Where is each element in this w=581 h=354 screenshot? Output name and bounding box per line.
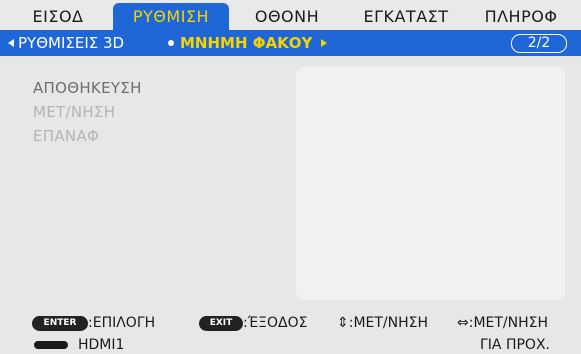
exit-hint: :ΈΞΟΔΟΣ <box>243 315 308 331</box>
right-arrow-icon[interactable] <box>321 39 327 47</box>
menu-content: ΑΠΟΘΗΚΕΥΣΗ ΜΕΤ/ΝΗΣΗ ΕΠΑΝΑΦ <box>0 56 581 310</box>
breadcrumb-current[interactable]: ΜΝΗΜΗ ΦΑΚΟΥ <box>180 30 312 56</box>
tab-installation[interactable]: ΕΓΚΑΤΑΣΤ <box>351 3 461 30</box>
hdmi-connector-icon <box>34 341 68 349</box>
exit-key-badge: EXIT <box>199 316 243 331</box>
tab-display[interactable]: ΟΘΟΝΗ <box>241 3 333 30</box>
separator-dot-icon <box>168 40 174 46</box>
input-source: HDMI1 <box>78 337 125 353</box>
menu-item-reset: ΕΠΑΝΑΦ <box>33 127 100 145</box>
left-arrow-icon[interactable] <box>8 39 14 47</box>
enter-key-badge: ENTER <box>32 316 88 331</box>
operation-mode: ΓΙΑ ΠΡΟΧ. <box>480 337 550 353</box>
menu-item-move: ΜΕΤ/ΝΗΣΗ <box>33 103 116 121</box>
page-indicator: 2/2 <box>511 34 567 53</box>
tab-info[interactable]: ΠΛΗΡΟΦ <box>473 3 569 30</box>
status-bar: HDMI1 ΓΙΑ ΠΡΟΧ. <box>0 336 581 354</box>
projector-osd: ΕΙΣΟΔ ΡΥΘΜΙΣΗ ΟΘΟΝΗ ΕΓΚΑΤΑΣΤ ΠΛΗΡΟΦ ΡΥΘΜ… <box>0 0 581 354</box>
menu-item-save[interactable]: ΑΠΟΘΗΚΕΥΣΗ <box>33 79 142 97</box>
leftright-hint: ⇔:ΜΕΤ/ΝΗΣΗ <box>457 315 549 331</box>
menu-tab-bar: ΕΙΣΟΔ ΡΥΘΜΙΣΗ ΟΘΟΝΗ ΕΓΚΑΤΑΣΤ ΠΛΗΡΟΦ <box>0 0 581 30</box>
breadcrumb: ΡΥΘΜΙΣΕΙΣ 3D ΜΝΗΜΗ ΦΑΚΟΥ 2/2 <box>0 30 581 56</box>
updown-hint: ⇕:ΜΕΤ/ΝΗΣΗ <box>337 315 429 331</box>
info-panel <box>296 67 565 300</box>
enter-hint: :ΕΠΙΛΟΓΗ <box>88 315 156 331</box>
breadcrumb-parent[interactable]: ΡΥΘΜΙΣΕΙΣ 3D <box>18 30 124 56</box>
key-hint-bar: ENTER :ΕΠΙΛΟΓΗ EXIT :ΈΞΟΔΟΣ ⇕:ΜΕΤ/ΝΗΣΗ ⇔… <box>0 310 581 336</box>
tab-setup[interactable]: ΡΥΘΜΙΣΗ <box>113 3 229 30</box>
tab-input[interactable]: ΕΙΣΟΔ <box>19 3 97 30</box>
